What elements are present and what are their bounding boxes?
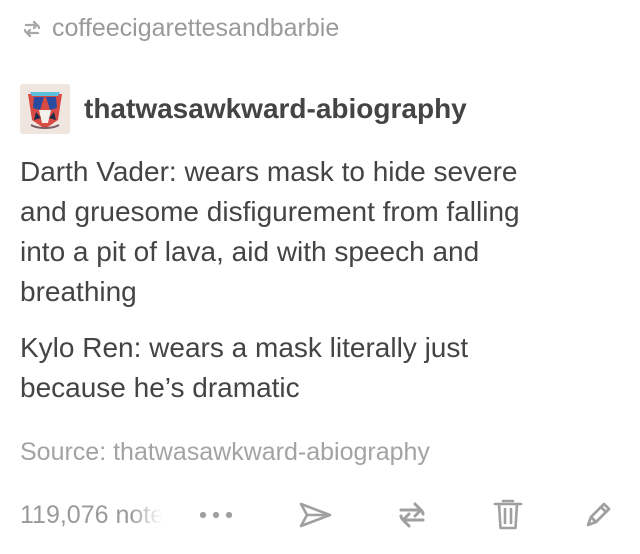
author-row: thatwasawkward-abiography: [20, 84, 467, 134]
edit-icon[interactable]: [576, 493, 620, 537]
post-paragraph-1: Darth Vader: wears mask to hide severe a…: [20, 156, 520, 307]
reblog-icon[interactable]: [390, 493, 434, 537]
reblog-icon: [20, 17, 44, 41]
more-icon[interactable]: [194, 493, 238, 537]
reblog-header: coffeecigarettesandbarbie: [20, 14, 339, 43]
notes-count[interactable]: 119,076 notes: [20, 501, 162, 530]
avatar[interactable]: [20, 84, 70, 134]
delete-icon[interactable]: [486, 493, 530, 537]
share-icon[interactable]: [294, 493, 338, 537]
reblog-username[interactable]: coffeecigarettesandbarbie: [52, 14, 339, 43]
source-link[interactable]: Source: thatwasawkward-abiography: [20, 438, 430, 467]
post-paragraph-2: Kylo Ren: wears a mask literally just be…: [20, 332, 469, 403]
post-body: Darth Vader: wears mask to hide severe a…: [20, 152, 620, 424]
post-footer: 119,076 notes: [20, 493, 620, 545]
author-name[interactable]: thatwasawkward-abiography: [84, 93, 467, 125]
